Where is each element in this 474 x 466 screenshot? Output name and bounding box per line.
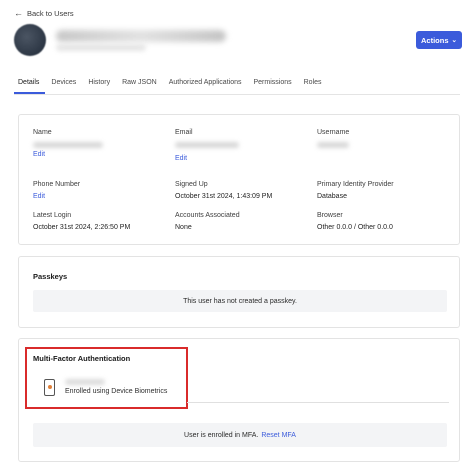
tab-details[interactable]: Details [14,78,46,94]
details-card: Name Edit Email Edit Username Phone Numb… [18,114,460,245]
tab-history[interactable]: History [82,78,116,94]
signed-up-field: Signed Up October 31st 2024, 1:43:09 PM [175,181,273,200]
tab-authorized-applications[interactable]: Authorized Applications [163,78,248,94]
passkeys-title: Passkeys [33,272,68,281]
phone-edit-link[interactable]: Edit [33,193,80,200]
username-field: Username [317,129,349,148]
username-redacted [317,142,349,148]
email-redacted [175,142,239,148]
mobile-device-icon [44,379,55,396]
email-edit-link[interactable]: Edit [175,155,239,162]
passkeys-card: Passkeys This user has not created a pas… [18,256,460,328]
browser-field: Browser Other 0.0.0 / Other 0.0.0 [317,212,393,231]
tab-bar: Details Devices History Raw JSON Authori… [14,78,460,95]
tab-roles[interactable]: Roles [298,78,328,94]
email-field: Email Edit [175,129,239,162]
user-id-redacted [56,44,146,51]
user-name-redacted [56,30,226,42]
mfa-card: Multi-Factor Authentication Enrolled usi… [18,338,460,462]
divider [187,402,449,403]
name-field: Name Edit [33,129,103,158]
tab-raw-json[interactable]: Raw JSON [116,78,163,94]
tab-devices[interactable]: Devices [45,78,82,94]
actions-button[interactable]: Actions ⌄ [416,31,462,49]
reset-mfa-link[interactable]: Reset MFA [261,432,296,439]
avatar [14,24,46,56]
identity-provider-field: Primary Identity Provider Database [317,181,394,200]
back-label: Back to Users [27,8,74,18]
passkeys-empty-state: This user has not created a passkey. [33,290,447,312]
accounts-associated-field: Accounts Associated None [175,212,240,231]
arrow-left-icon: ← [14,8,23,18]
tab-permissions[interactable]: Permissions [248,78,298,94]
chevron-down-icon: ⌄ [451,37,457,44]
mfa-status-bar: User is enrolled in MFA. Reset MFA [33,423,447,447]
mfa-device-name-redacted [65,379,105,385]
name-edit-link[interactable]: Edit [33,151,103,158]
phone-field: Phone Number Edit [33,181,81,200]
user-header: Actions ⌄ [14,22,464,56]
name-redacted [33,142,103,148]
mfa-enrollment-method: Enrolled using Device Biometrics [65,388,168,395]
latest-login-field: Latest Login October 31st 2024, 2:26:50 … [33,212,131,231]
mfa-title: Multi-Factor Authentication [33,354,131,363]
back-to-users-link[interactable]: ← Back to Users [14,8,74,18]
